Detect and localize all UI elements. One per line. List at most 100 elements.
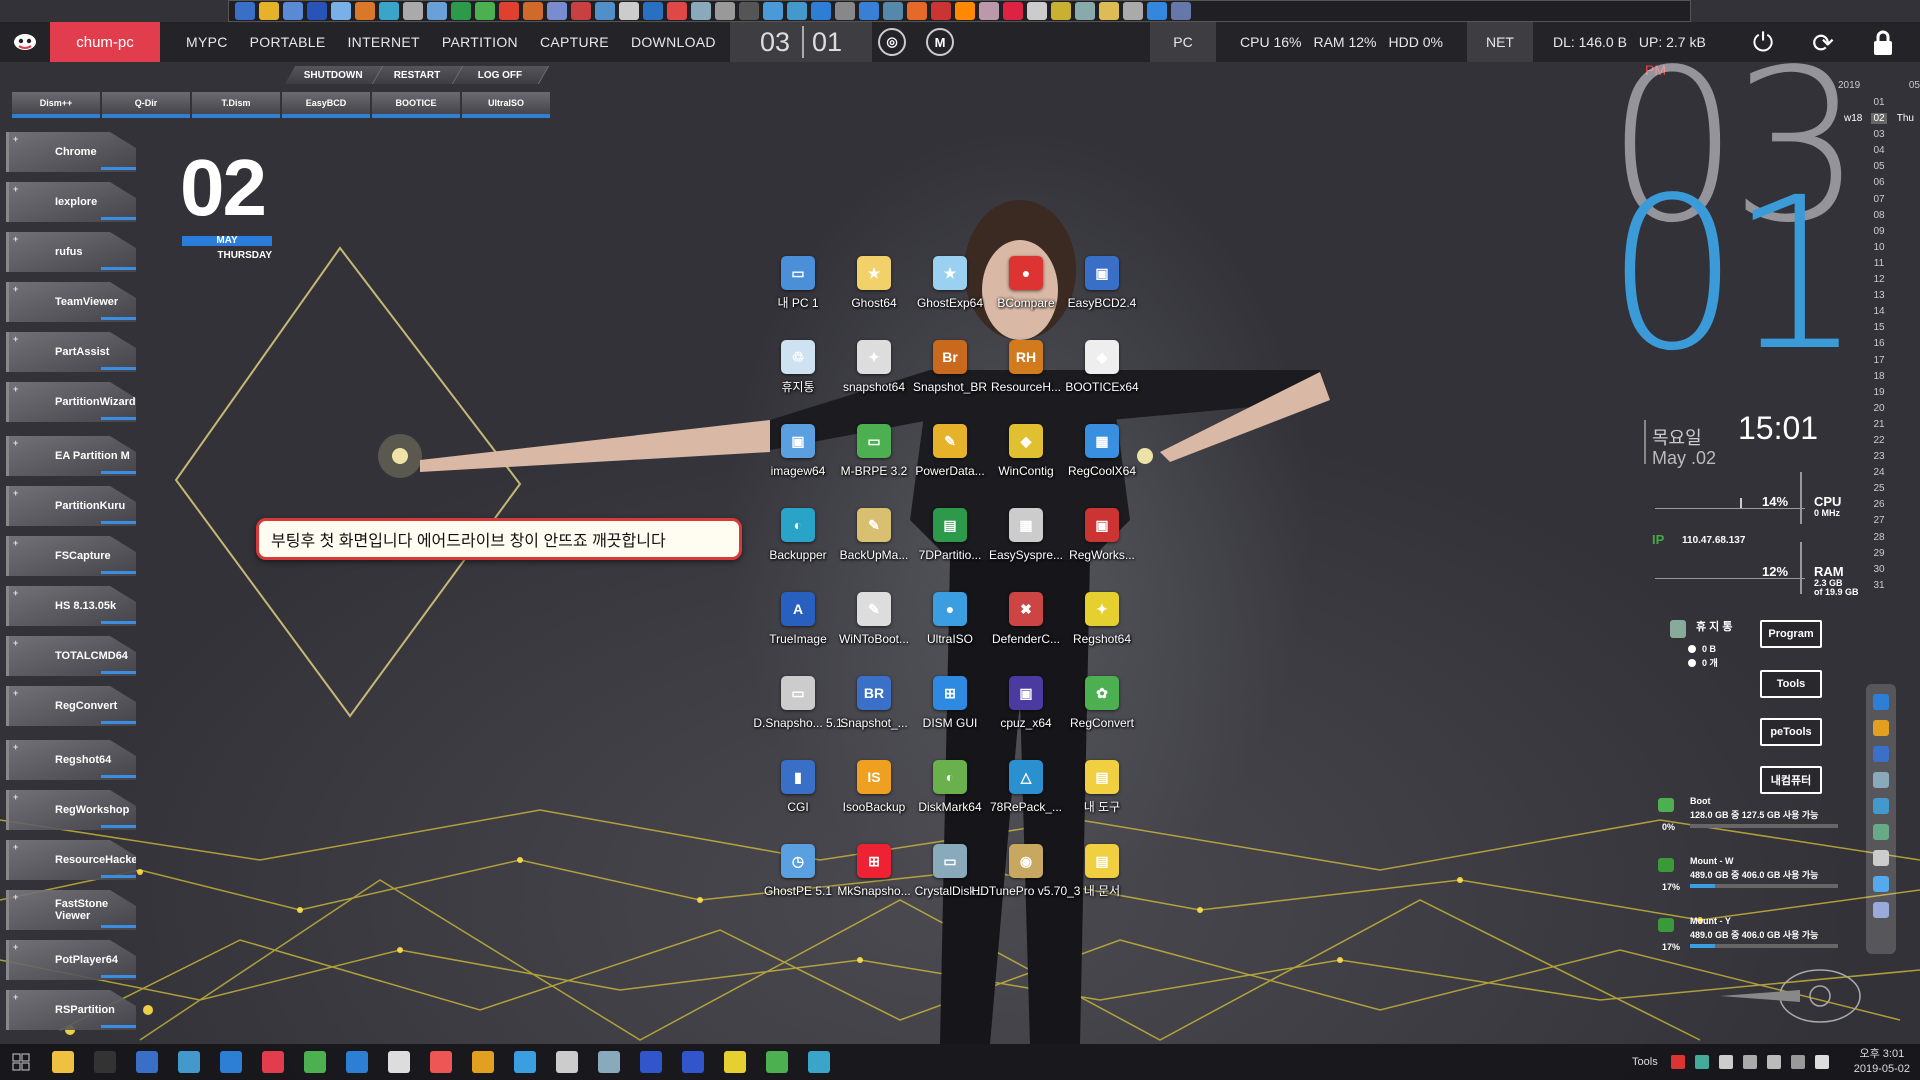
chrome-ring-icon[interactable]: ◎ [878,28,906,56]
sidebar-app-14[interactable]: + ResourceHacker [6,840,136,880]
quick-launch-icon[interactable] [1099,2,1119,20]
desktop-icon[interactable]: RH ResourceH... [988,340,1064,394]
ie-icon[interactable] [1873,694,1889,710]
app-icon[interactable] [514,1051,536,1073]
desktop-icon[interactable]: ✎ PowerData... [912,424,988,478]
desktop-icon[interactable]: ● BCompare [988,256,1064,310]
app-icon[interactable] [598,1051,620,1073]
quick-launch-icon[interactable] [1123,2,1143,20]
sidebar-app-10[interactable]: + TOTALCMD64 [6,636,136,676]
sidebar-app-0[interactable]: + Chrome [6,132,136,172]
tool-bootice[interactable]: BOOTICE [372,92,460,118]
menu-partition[interactable]: PARTITION [442,34,518,50]
sidebar-app-12[interactable]: + Regshot64 [6,740,136,780]
tray-tools-label[interactable]: Tools [1632,1056,1658,1068]
dock-app-icon[interactable] [1873,850,1889,866]
tool-easybcd[interactable]: EasyBCD [282,92,370,118]
desktop-icon[interactable]: ● UltraISO [912,592,988,646]
quick-launch-icon[interactable] [331,2,351,20]
sidebar-app-1[interactable]: + Iexplore [6,182,136,222]
pc-label[interactable]: PC [1150,22,1216,62]
quick-launch-icon[interactable] [955,2,975,20]
refresh-icon[interactable]: ⟳ [1808,28,1838,58]
m-badge-icon[interactable]: M [926,28,954,56]
petools-button[interactable]: peTools [1760,718,1822,746]
quick-launch-icon[interactable] [499,2,519,20]
desktop-icon[interactable]: ✿ RegConvert [1064,676,1140,730]
quick-launch-icon[interactable] [1171,2,1191,20]
desktop-icon[interactable]: ▦ EasySyspre... [988,508,1064,562]
sidebar-app-6[interactable]: + EA Partition M [6,436,136,476]
sidebar-app-7[interactable]: + PartitionKuru [6,486,136,526]
desktop-icon[interactable]: ▤ 7DPartitio... [912,508,988,562]
desktop-icon[interactable]: ✎ WiNToBoot... [836,592,912,646]
sidebar-app-17[interactable]: + RSPartition [6,990,136,1030]
desktop-icon[interactable]: ♲ 휴지통 [760,340,836,394]
desktop-icon[interactable]: ✦ Regshot64 [1064,592,1140,646]
desktop-icon[interactable]: ▭ D.Snapsho... 5.1 [753,676,843,730]
save-icon[interactable] [682,1051,704,1073]
shutdown-button[interactable]: SHUTDOWN [284,66,384,84]
quick-launch-icon[interactable] [1075,2,1095,20]
terminal-icon[interactable] [94,1051,116,1073]
dock-app-icon[interactable] [1873,772,1889,788]
sidebar-app-3[interactable]: + TeamViewer [6,282,136,322]
tool-qdir[interactable]: Q-Dir [102,92,190,118]
chrome-icon[interactable] [472,1051,494,1073]
app-icon[interactable] [556,1051,578,1073]
quick-launch-icon[interactable] [427,2,447,20]
tool-tdism[interactable]: T.Dism [192,92,280,118]
net-label[interactable]: NET [1466,22,1533,62]
app-icon[interactable] [262,1051,284,1073]
quick-launch-icon[interactable] [667,2,687,20]
tools-button[interactable]: Tools [1760,670,1822,698]
tray-clock[interactable]: 오후 3:01 2019-05-02 [1854,1047,1910,1077]
quick-launch-icon[interactable] [259,2,279,20]
program-button[interactable]: Program [1760,620,1822,648]
desktop-icon[interactable]: △ 78RePack_... [988,760,1064,814]
sidebar-app-11[interactable]: + RegConvert [6,686,136,726]
lock-icon[interactable] [1868,28,1898,58]
quick-launch-icon[interactable] [1027,2,1047,20]
mycomputer-button[interactable]: 내컴퓨터 [1760,766,1822,794]
desktop-icon[interactable]: ▮ CGI [760,760,836,814]
menu-download[interactable]: DOWNLOAD [631,34,716,50]
sidebar-app-8[interactable]: + FSCapture [6,536,136,576]
tray-app-icon[interactable] [1670,1055,1685,1069]
app-icon[interactable] [136,1051,158,1073]
quick-launch-icon[interactable] [451,2,471,20]
dock-app-icon[interactable] [1873,746,1889,762]
quick-launch-icon[interactable] [979,2,999,20]
quick-launch-icon[interactable] [595,2,615,20]
quick-launch-icon[interactable] [283,2,303,20]
tray-app-icon[interactable] [1694,1055,1709,1069]
quick-launch-icon[interactable] [883,2,903,20]
quick-launch-icon[interactable] [835,2,855,20]
app-icon[interactable] [808,1051,830,1073]
app-icon[interactable] [388,1051,410,1073]
desktop-icon[interactable]: ▤ 내 도구 [1064,760,1140,814]
language-icon[interactable] [1814,1055,1829,1069]
app-icon[interactable] [304,1051,326,1073]
quick-launch-icon[interactable] [1051,2,1071,20]
sidebar-app-9[interactable]: + HS 8.13.05k [6,586,136,626]
quick-launch-icon[interactable] [235,2,255,20]
quick-launch-icon[interactable] [523,2,543,20]
dock-app-icon[interactable] [1873,798,1889,814]
quick-launch-icon[interactable] [715,2,735,20]
desktop-icon[interactable]: ▤ 내 문서 [1064,844,1140,898]
tray-app-icon[interactable] [1766,1055,1781,1069]
sidebar-app-4[interactable]: + PartAssist [6,332,136,372]
quick-launch-icon[interactable] [1003,2,1023,20]
quick-launch-icon[interactable] [1147,2,1167,20]
menu-portable[interactable]: PORTABLE [250,34,326,50]
quick-launch-icon[interactable] [787,2,807,20]
logoff-button[interactable]: LOG OFF [452,66,550,84]
tray-app-icon[interactable] [1718,1055,1733,1069]
desktop-icon[interactable]: ▭ 내 PC 1 [760,256,836,310]
ie-icon[interactable] [220,1051,242,1073]
desktop-icon[interactable]: ⊞ DISM GUI [912,676,988,730]
desktop-icon[interactable]: ▣ cpuz_x64 [988,676,1064,730]
desktop-icon[interactable]: ▣ EasyBCD2.4 [1064,256,1140,310]
quick-launch-icon[interactable] [379,2,399,20]
